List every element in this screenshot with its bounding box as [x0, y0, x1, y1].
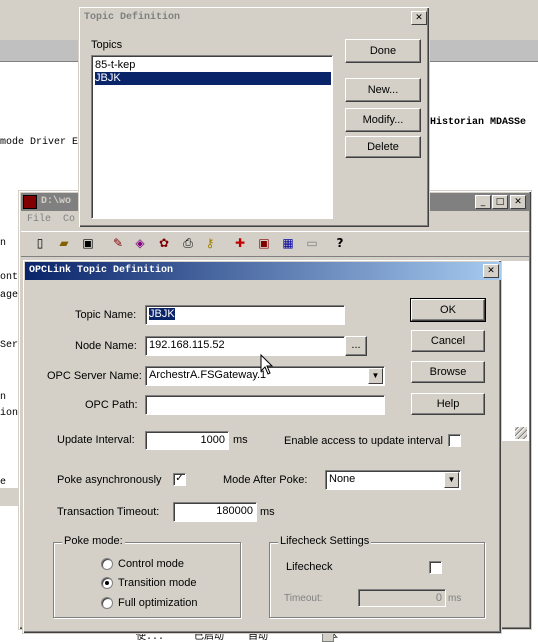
config-icon[interactable]: ✿: [153, 234, 175, 254]
lifecheck-title: Lifecheck Settings: [278, 535, 372, 547]
app-icon: [23, 195, 37, 209]
app-content-pane: [501, 261, 529, 441]
lifecheck-group: Lifecheck Settings Lifecheck Timeout: 0 …: [269, 535, 485, 618]
opclink-titlebar: OPCLink Topic Definition ✕: [25, 262, 501, 280]
opclink-dialog: OPCLink Topic Definition ✕ Topic Name: J…: [22, 259, 502, 634]
side-text-7: e: [0, 477, 7, 488]
side-text-6: ion: [0, 408, 19, 419]
node-browse-button[interactable]: ...: [345, 336, 367, 356]
timeout-label: Timeout:: [284, 593, 323, 604]
opclink-close-button[interactable]: ✕: [483, 264, 499, 278]
timeout-unit: ms: [448, 593, 462, 604]
enable-access-label: Enable access to update interval: [284, 435, 443, 447]
update-interval-unit: ms: [233, 434, 248, 446]
timeout-input: 0: [358, 589, 446, 607]
enable-access-checkbox[interactable]: [448, 434, 461, 447]
topic-item-selected[interactable]: JBJK: [95, 72, 331, 85]
update-interval-label: Update Interval:: [57, 434, 135, 446]
toolbar: ▯ ▰ ▣ ✎ ◈ ✿ ⎙ ⚷ ✚ ▣ ▦ ▭ ?: [21, 231, 529, 257]
topic-name-value: JBJK: [149, 308, 175, 320]
mouse-cursor-icon: [260, 354, 274, 375]
side-text-5: n: [0, 392, 7, 403]
help-button[interactable]: Help: [411, 393, 485, 415]
menu-co[interactable]: Co: [63, 214, 75, 225]
topics-listbox[interactable]: 85-t-kep JBJK: [91, 55, 333, 219]
control-mode-label: Control mode: [118, 558, 185, 570]
delete-button[interactable]: Delete: [345, 136, 421, 158]
save-icon[interactable]: ▣: [77, 234, 99, 254]
mode-after-poke-label: Mode After Poke:: [223, 474, 308, 486]
maximize-button[interactable]: □: [492, 195, 508, 209]
control-mode-radio[interactable]: [101, 558, 113, 570]
topic-item[interactable]: 85-t-kep: [95, 59, 331, 72]
full-optimization-label: Full optimization: [118, 597, 198, 609]
opclink-title: OPCLink Topic Definition: [29, 265, 174, 276]
minimize-button[interactable]: _: [475, 195, 491, 209]
lifecheck-checkbox[interactable]: [429, 561, 442, 574]
menu-file[interactable]: File: [27, 214, 51, 225]
edit-icon[interactable]: ✎: [107, 234, 129, 254]
node-name-input[interactable]: 192.168.115.52: [145, 336, 345, 356]
browse-button[interactable]: Browse: [411, 361, 485, 383]
topic-name-label: Topic Name:: [75, 309, 137, 321]
topic-def-close-button[interactable]: ✕: [411, 11, 427, 25]
mode-after-poke-select[interactable]: None ▼: [325, 470, 461, 490]
opc-server-value: ArchestrA.FSGateway.1: [149, 369, 267, 381]
import-icon[interactable]: ◈: [129, 234, 151, 254]
topic-name-input[interactable]: JBJK: [145, 305, 345, 325]
topic-def-title: Topic Definition: [84, 12, 181, 23]
poke-async-checkbox[interactable]: ✓: [173, 473, 186, 486]
topics-label: Topics: [91, 39, 123, 51]
topic-def-titlebar: Topic Definition ✕: [81, 9, 427, 27]
chevron-down-icon[interactable]: ▼: [444, 472, 459, 488]
full-optimization-radio[interactable]: [101, 597, 113, 609]
opc-server-label: OPC Server Name:: [47, 370, 142, 382]
node-name-label: Node Name:: [75, 340, 137, 352]
new-file-icon[interactable]: ▯: [29, 234, 51, 254]
cancel-button[interactable]: Cancel: [411, 330, 485, 352]
open-folder-icon[interactable]: ▰: [53, 234, 75, 254]
floppy-icon[interactable]: ▣: [253, 234, 275, 254]
poke-mode-group: Poke mode: Control mode Transition mode …: [53, 535, 241, 618]
help-icon[interactable]: ?: [329, 234, 351, 254]
ok-button[interactable]: OK: [410, 298, 486, 322]
historian-text: Historian MDASSe: [430, 117, 527, 128]
side-text-3: age: [0, 290, 19, 301]
chevron-down-icon[interactable]: ▼: [368, 368, 383, 384]
close-button[interactable]: ✕: [510, 195, 526, 209]
opc-path-input[interactable]: [145, 395, 385, 415]
transaction-timeout-input[interactable]: 180000: [173, 502, 257, 522]
topic-definition-dialog: Topic Definition ✕ Topics 85-t-kep JBJK …: [78, 6, 430, 228]
key-icon[interactable]: ⚷: [199, 234, 221, 254]
app-title: D:\wo: [41, 196, 72, 207]
update-interval-input[interactable]: 1000: [145, 431, 229, 450]
opc-path-label: OPC Path:: [85, 399, 138, 411]
lifecheck-label: Lifecheck: [286, 561, 333, 573]
transaction-timeout-unit: ms: [260, 506, 275, 518]
mode-driver-text: mode Driver E: [0, 137, 79, 148]
transition-mode-label: Transition mode: [118, 577, 197, 589]
resize-grip-icon[interactable]: [515, 427, 527, 439]
poke-mode-title: Poke mode:: [62, 535, 125, 547]
done-button[interactable]: Done: [345, 39, 421, 63]
transaction-timeout-label: Transaction Timeout:: [57, 506, 160, 518]
side-text-1: n: [0, 238, 7, 249]
mode-after-poke-value: None: [329, 473, 356, 485]
poke-async-label: Poke asynchronously: [57, 474, 162, 486]
db-icon[interactable]: ▦: [277, 234, 299, 254]
monitor-icon[interactable]: ▭: [301, 234, 323, 254]
modify-button[interactable]: Modify...: [345, 108, 421, 132]
side-text-4: Ser: [0, 340, 19, 351]
print-icon[interactable]: ⎙: [177, 234, 199, 254]
new-button[interactable]: New...: [345, 78, 421, 102]
add-icon[interactable]: ✚: [229, 234, 251, 254]
transition-mode-radio[interactable]: [101, 577, 113, 589]
side-text-2: ont: [0, 272, 19, 283]
